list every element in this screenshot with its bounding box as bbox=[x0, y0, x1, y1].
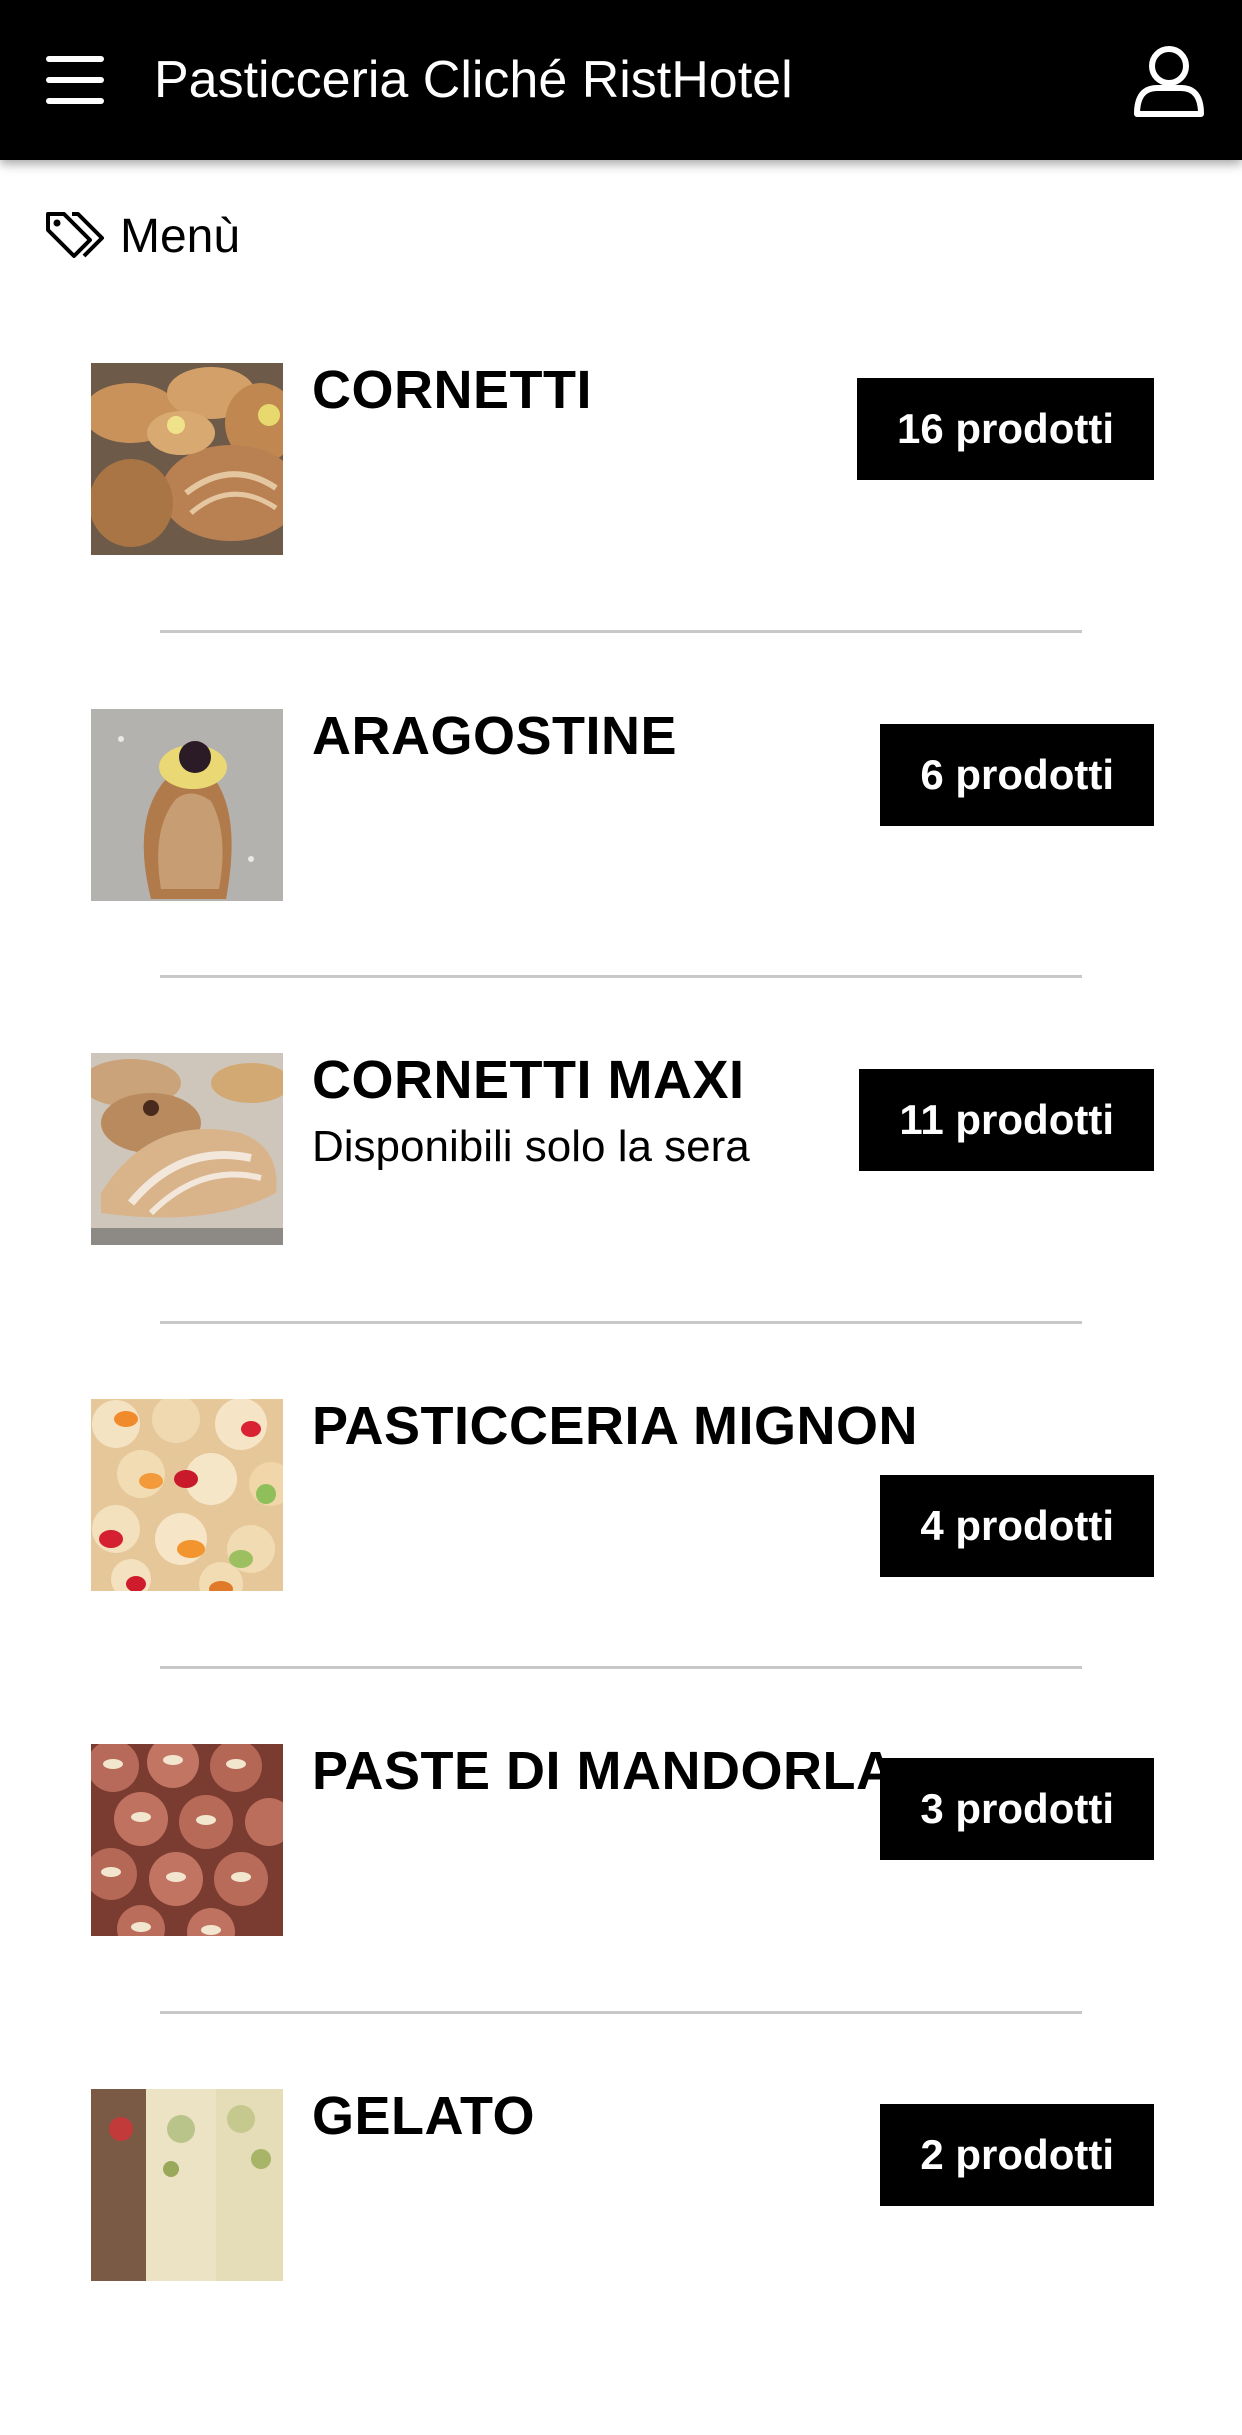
divider bbox=[160, 975, 1082, 978]
category-item-cornetti-maxi[interactable]: CORNETTI MAXI Disponibili solo la sera 1… bbox=[0, 1053, 1242, 1399]
cornetti-photo bbox=[91, 363, 283, 555]
category-item-paste-di-mandorla[interactable]: PASTE DI MANDORLA 3 prodotti bbox=[0, 1744, 1242, 2090]
category-item-cornetti[interactable]: CORNETTI 16 prodotti bbox=[0, 363, 1242, 709]
divider bbox=[160, 1321, 1082, 1324]
product-count-button[interactable]: 4 prodotti bbox=[880, 1475, 1154, 1577]
category-name: PASTICCERIA MIGNON bbox=[312, 1396, 919, 1456]
pasticceria-mignon-photo bbox=[91, 1399, 283, 1591]
product-count-button[interactable]: 16 prodotti bbox=[857, 378, 1154, 480]
product-count-button[interactable]: 11 prodotti bbox=[859, 1069, 1154, 1171]
category-description: Disponibili solo la sera bbox=[312, 1122, 750, 1171]
category-name: PASTE DI MANDORLA bbox=[312, 1741, 896, 1801]
product-count-button[interactable]: 3 prodotti bbox=[880, 1758, 1154, 1860]
aragostine-photo bbox=[91, 709, 283, 901]
divider bbox=[160, 2011, 1082, 2014]
category-list: CORNETTI 16 prodotti ARAGOSTINE 6 prodot… bbox=[0, 0, 1242, 2281]
divider bbox=[160, 1666, 1082, 1669]
cornetti-maxi-photo bbox=[91, 1053, 283, 1245]
app-header: Pasticceria Cliché RistHotel bbox=[0, 0, 1242, 160]
category-item-gelato[interactable]: GELATO 2 prodotti bbox=[0, 2089, 1242, 2435]
app-title: Pasticceria Cliché RistHotel bbox=[154, 51, 793, 109]
user-icon[interactable] bbox=[1132, 44, 1206, 118]
divider bbox=[160, 630, 1082, 633]
category-name: CORNETTI bbox=[312, 360, 592, 420]
category-item-pasticceria-mignon[interactable]: PASTICCERIA MIGNON 4 prodotti bbox=[0, 1399, 1242, 1745]
paste-di-mandorla-photo bbox=[91, 1744, 283, 1936]
category-name: CORNETTI MAXI bbox=[312, 1050, 745, 1110]
category-item-aragostine[interactable]: ARAGOSTINE 6 prodotti bbox=[0, 709, 1242, 1055]
product-count-button[interactable]: 6 prodotti bbox=[880, 724, 1154, 826]
hamburger-menu-icon[interactable] bbox=[38, 50, 110, 110]
gelato-photo bbox=[91, 2089, 283, 2281]
category-name: ARAGOSTINE bbox=[312, 706, 678, 766]
product-count-button[interactable]: 2 prodotti bbox=[880, 2104, 1154, 2206]
category-name: GELATO bbox=[312, 2086, 536, 2146]
